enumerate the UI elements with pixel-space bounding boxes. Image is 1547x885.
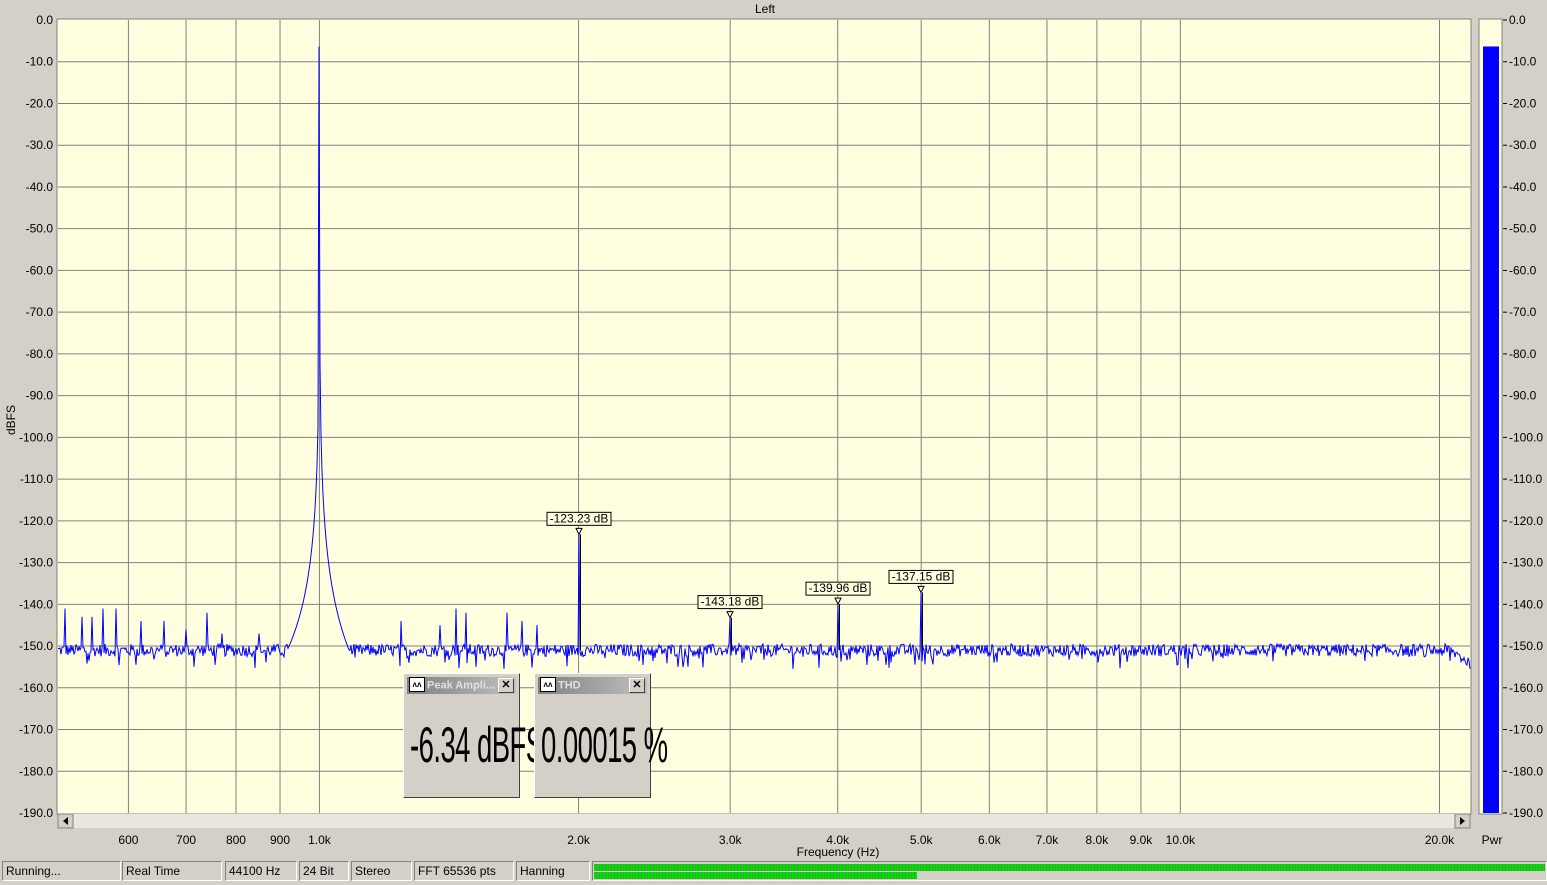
meter-tick-label: -30.0 (1509, 138, 1537, 152)
waveform-icon: ᴧᴧ (409, 677, 425, 692)
input-level-meter (592, 861, 1547, 881)
meter-tick-label: -180.0 (1509, 764, 1543, 778)
meter-tick-label: -170.0 (1509, 723, 1543, 737)
meter-tick-label: 0.0 (1509, 13, 1526, 27)
y-tick-label: -170.0 (19, 723, 53, 737)
meter-tick-label: -120.0 (1509, 514, 1543, 528)
x-tick-label: 700 (176, 833, 196, 847)
y-tick-label: -190.0 (19, 806, 53, 820)
status-bit-depth: 24 Bit (299, 861, 349, 881)
y-tick-label: -120.0 (19, 514, 53, 528)
popup-title: THD (558, 679, 581, 692)
y-tick-label: -100.0 (19, 430, 53, 444)
status-state: Running... (2, 861, 121, 881)
marker-label: -143.18 dB (701, 595, 760, 609)
spectrum-chart: Left 0.0 -10.0 -20.0 -30.0 -40.0 -50.0 -60.0 -7… (4, 2, 1543, 859)
chart-title: Left (755, 2, 776, 16)
x-tick-label: 9.0k (1130, 833, 1154, 847)
meter-tick-label: -190.0 (1509, 806, 1543, 820)
status-channels: Stereo (351, 861, 412, 881)
marker-label: -137.15 dB (892, 569, 951, 583)
x-tick-label: 10.0k (1166, 833, 1196, 847)
y-tick-label: -180.0 (19, 764, 53, 778)
plot-area[interactable] (56, 18, 1472, 815)
marker-label: -123.23 dB (550, 511, 609, 525)
popup-title: Peak Ampli... (427, 679, 496, 692)
y-tick-label: -70.0 (26, 305, 54, 319)
y-tick-label: -140.0 (19, 597, 53, 611)
peak-amplitude-popup[interactable]: ᴧᴧ Peak Ampli... ✕ -6.34 dBFS (403, 673, 544, 798)
meter-tick-label: -100.0 (1509, 430, 1543, 444)
x-tick-label: 20.0k (1425, 833, 1455, 847)
y-tick-label: -20.0 (26, 96, 54, 110)
y-tick-label: -130.0 (19, 556, 53, 570)
meter-tick-label: -140.0 (1509, 597, 1543, 611)
close-button[interactable]: ✕ (629, 678, 645, 693)
level-bar-top (594, 864, 1545, 871)
meter-tick-label: -60.0 (1509, 263, 1537, 277)
status-sample-rate: 44100 Hz (225, 861, 297, 881)
y-tick-label: -10.0 (26, 55, 54, 69)
y-tick-label: 0.0 (36, 13, 53, 27)
y-tick-label: -80.0 (26, 347, 54, 361)
y-axis-labels: 0.0 -10.0 -20.0 -30.0 -40.0 -50.0 -60.0 -70.0 -8… (19, 13, 53, 820)
y-tick-label: -150.0 (19, 639, 53, 653)
meter-tick-label: -10.0 (1509, 55, 1537, 69)
status-mode: Real Time (122, 861, 222, 881)
y-tick-label: -30.0 (26, 138, 54, 152)
meter-tick-label: -160.0 (1509, 681, 1543, 695)
status-window: Hanning (516, 861, 590, 881)
x-tick-label: 900 (270, 833, 290, 847)
meter-tick-label: -130.0 (1509, 556, 1543, 570)
x-tick-label: 1.0k (308, 833, 332, 847)
x-axis-labels: 600 700 800 900 1.0k 2.0k 3.0k 4.0k 5.0k 6.0k 7.0k… (118, 833, 1455, 847)
meter-tick-label: -80.0 (1509, 347, 1537, 361)
meter-labels: 0.0 -10.0 -20.0 -30.0 -40.0 -50.0 -60.0 -70.0 -8… (1503, 13, 1543, 820)
status-fft-size: FFT 65536 pts (414, 861, 514, 881)
meter-label: Pwr (1482, 833, 1503, 847)
x-tick-label: 6.0k (978, 833, 1002, 847)
x-tick-label: 2.0k (567, 833, 591, 847)
x-tick-label: 600 (118, 833, 138, 847)
waveform-icon: ᴧᴧ (540, 677, 556, 692)
meter-tick-label: -70.0 (1509, 305, 1537, 319)
y-tick-label: -160.0 (19, 681, 53, 695)
x-tick-label: 8.0k (1086, 833, 1110, 847)
horizontal-scrollbar[interactable] (57, 813, 1471, 829)
thd-value: 0.00015 % (541, 717, 668, 773)
meter-tick-label: -90.0 (1509, 389, 1537, 403)
x-tick-label: 3.0k (719, 833, 743, 847)
y-tick-label: -90.0 (26, 389, 54, 403)
x-tick-label: 5.0k (910, 833, 934, 847)
meter-tick-label: -150.0 (1509, 639, 1543, 653)
level-bar-bottom (594, 872, 918, 879)
y-axis-title: dBFS (4, 405, 18, 435)
x-axis-title: Frequency (Hz) (797, 845, 880, 859)
y-tick-label: -60.0 (26, 263, 54, 277)
meter-tick-label: -40.0 (1509, 180, 1537, 194)
y-tick-label: -50.0 (26, 222, 54, 236)
power-meter-bar (1483, 46, 1499, 813)
thd-popup[interactable]: ᴧᴧ THD ✕ 0.00015 % (534, 673, 668, 798)
marker-label: -139.96 dB (809, 581, 868, 595)
y-tick-label: -40.0 (26, 180, 54, 194)
peak-amplitude-value: -6.34 dBFS (410, 717, 544, 773)
meter-tick-label: -110.0 (1509, 472, 1542, 486)
meter-tick-label: -20.0 (1509, 96, 1537, 110)
meter-tick-label: -50.0 (1509, 222, 1537, 236)
close-button[interactable]: ✕ (498, 678, 514, 693)
x-tick-label: 800 (226, 833, 246, 847)
y-tick-label: -110.0 (20, 472, 53, 486)
x-tick-label: 7.0k (1036, 833, 1060, 847)
